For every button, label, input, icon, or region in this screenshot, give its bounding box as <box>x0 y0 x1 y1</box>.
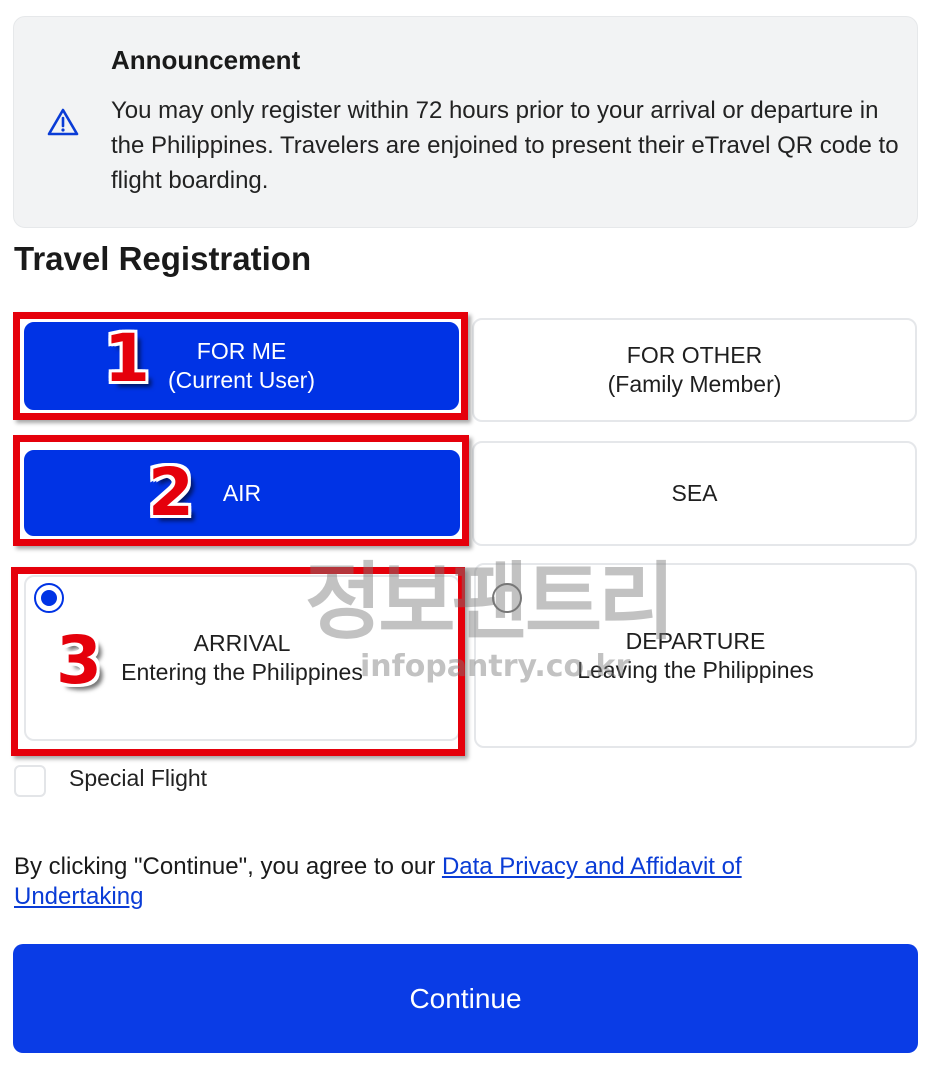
departure-sublabel: Leaving the Philippines <box>577 656 814 683</box>
special-flight-label: Special Flight <box>69 765 208 791</box>
for-other-option[interactable]: FOR OTHER (Family Member) <box>472 318 917 422</box>
for-me-option[interactable]: FOR ME (Current User) <box>24 322 459 410</box>
arrival-option[interactable]: ARRIVAL Entering the Philippines <box>24 575 460 741</box>
for-me-label: FOR ME <box>196 338 287 364</box>
departure-option[interactable]: DEPARTURE Leaving the Philippines <box>474 563 917 748</box>
announcement-body: You may only register within 72 hours pr… <box>111 97 899 194</box>
air-label: AIR <box>222 479 262 506</box>
sea-label: SEA <box>671 480 718 506</box>
consent-text: By clicking "Continue", you agree to our… <box>14 852 874 912</box>
arrival-radio[interactable] <box>34 583 64 613</box>
arrival-sublabel: Entering the Philippines <box>121 659 363 685</box>
departure-radio[interactable] <box>492 583 522 613</box>
consent-prefix: By clicking "Continue", you agree to our <box>14 853 442 880</box>
arrival-label: ARRIVAL <box>193 630 291 656</box>
for-other-label: FOR OTHER <box>626 342 763 368</box>
announcement-title: Announcement <box>111 45 301 75</box>
announcement-panel: Announcement You may only register withi… <box>13 16 918 228</box>
special-flight-checkbox[interactable] <box>14 765 46 797</box>
continue-button[interactable]: Continue <box>13 944 918 1053</box>
sea-option[interactable]: SEA <box>472 441 917 546</box>
air-option[interactable]: AIR <box>24 450 460 536</box>
warning-triangle-icon <box>47 107 79 137</box>
page-title: Travel Registration <box>14 240 312 277</box>
departure-label: DEPARTURE <box>625 627 766 654</box>
for-me-sublabel: (Current User) <box>168 367 315 393</box>
for-other-sublabel: (Family Member) <box>607 371 782 397</box>
